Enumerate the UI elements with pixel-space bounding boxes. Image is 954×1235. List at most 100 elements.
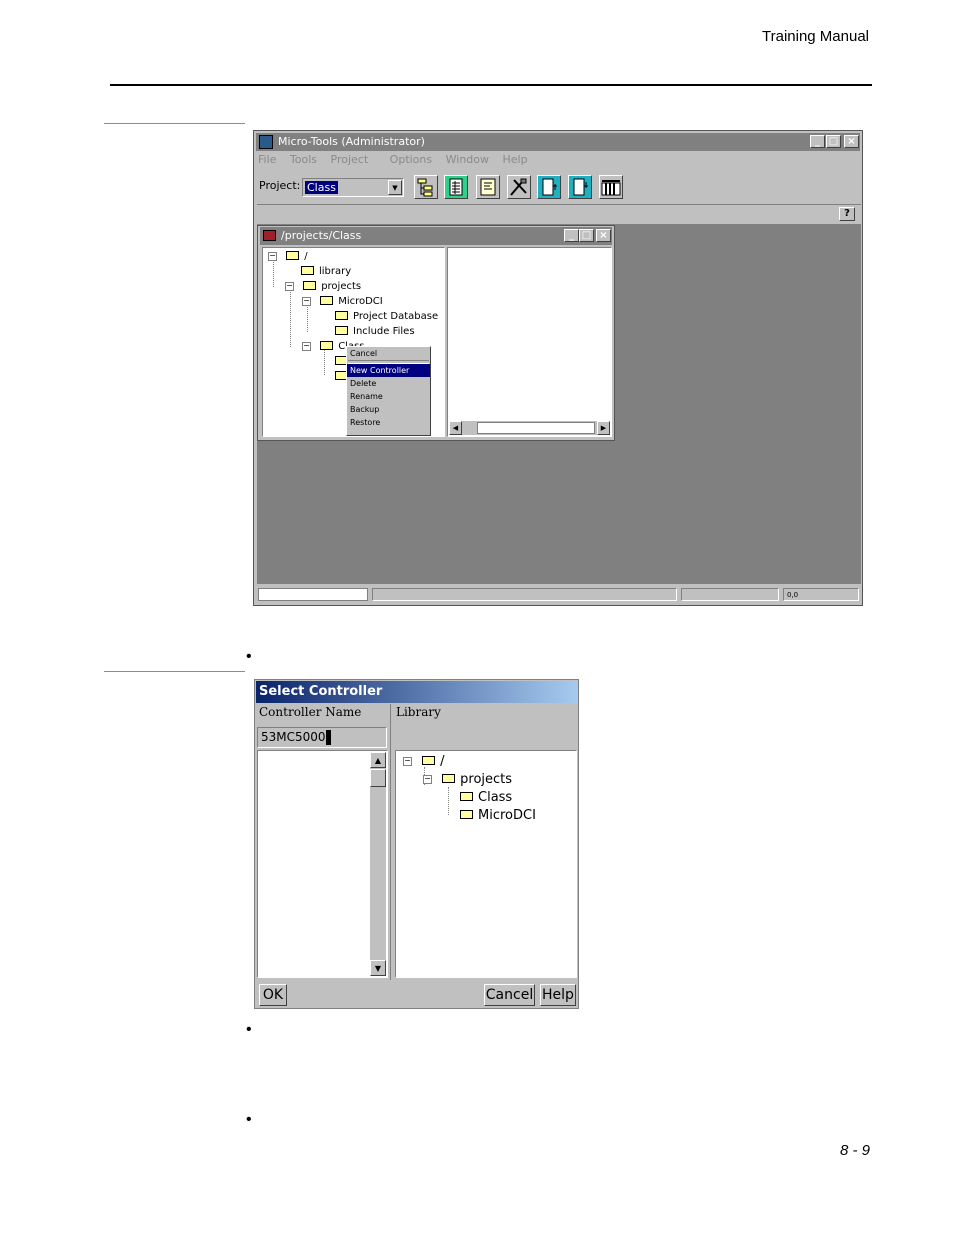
menu-item-rename[interactable]: Rename <box>347 390 430 403</box>
text-cursor <box>325 730 331 745</box>
project-label: Project: <box>259 179 301 192</box>
child-window-title: /projects/Class <box>281 229 362 242</box>
maximize-icon[interactable]: □ <box>826 135 841 148</box>
close-icon[interactable]: × <box>844 135 859 148</box>
tree-node-include-files[interactable]: Include Files <box>335 325 415 338</box>
tree-node-microdci[interactable]: − MicroDCI <box>302 295 383 308</box>
tree-icon[interactable] <box>414 175 438 199</box>
folder-icon <box>320 340 334 350</box>
folder-icon <box>320 295 334 305</box>
controller-name-input[interactable]: 53MC5000 <box>257 727 387 748</box>
collapse-icon[interactable]: − <box>302 296 311 306</box>
library-node-class[interactable]: Class <box>460 790 512 805</box>
download-icon[interactable] <box>537 175 561 199</box>
window-title: Micro-Tools (Administrator) <box>278 135 425 148</box>
tree-node-label: Project Database <box>353 311 439 322</box>
folder-icon <box>335 325 348 335</box>
chevron-down-icon[interactable]: ▼ <box>388 180 402 195</box>
horizontal-scrollbar[interactable]: ◀ ▶ <box>449 421 610 435</box>
app-icon <box>259 135 273 149</box>
column-divider <box>390 704 391 980</box>
menu-file[interactable]: File <box>258 153 276 166</box>
status-zoom: 0,0 <box>783 588 859 601</box>
menu-options[interactable]: Options <box>390 153 432 166</box>
toolbar-divider <box>257 204 861 205</box>
page-header-title: Training Manual <box>762 28 869 45</box>
context-menu: Cancel New Controller Delete Rename Back… <box>346 346 431 436</box>
menu-item-restore[interactable]: Restore <box>347 416 430 429</box>
controller-list[interactable]: ▲ ▼ <box>257 750 388 978</box>
folder-icon <box>335 310 348 320</box>
tree-node-project-database[interactable]: Project Database <box>335 310 439 323</box>
ok-button[interactable]: OK <box>259 984 287 1006</box>
collapse-icon[interactable]: − <box>302 341 311 351</box>
window-icon <box>263 230 276 241</box>
folder-icon <box>442 774 456 783</box>
collapse-icon[interactable]: − <box>423 775 432 784</box>
close-icon[interactable]: × <box>596 229 611 242</box>
tree-node-root[interactable]: − / <box>268 250 308 263</box>
scroll-down-icon[interactable]: ▼ <box>370 960 386 976</box>
status-field <box>258 588 368 601</box>
status-field <box>372 588 677 601</box>
page-number: 8 - 9 <box>839 1142 870 1159</box>
help-button[interactable]: Help <box>540 984 576 1006</box>
minimize-icon[interactable]: _ <box>564 229 579 242</box>
tree-node-label: / <box>440 754 445 769</box>
folder-icon <box>460 792 473 801</box>
scroll-thumb[interactable] <box>477 422 595 434</box>
toolbar: Project: Class ▼ <box>258 175 860 203</box>
minimize-icon[interactable]: _ <box>810 135 825 148</box>
menu-project[interactable]: Project <box>331 153 369 166</box>
tree-node-label: projects <box>321 281 362 292</box>
vertical-scrollbar[interactable]: ▲ ▼ <box>370 752 386 976</box>
controller-name-label: Controller Name <box>259 705 362 719</box>
detail-pane[interactable]: ◀ ▶ <box>447 247 612 437</box>
collapse-icon[interactable]: − <box>285 281 294 291</box>
library-node-projects[interactable]: − projects <box>423 772 512 787</box>
library-node-microdci[interactable]: MicroDCI <box>460 808 536 823</box>
menu-item-cancel[interactable]: Cancel <box>347 347 430 360</box>
folder-icon <box>301 265 314 275</box>
library-node-root[interactable]: − / <box>403 754 445 769</box>
tree-node-label: projects <box>460 772 513 787</box>
tree-node-library[interactable]: library <box>301 265 352 278</box>
blocks-icon[interactable] <box>599 175 623 199</box>
tree-connector <box>290 287 292 347</box>
menu-tools[interactable]: Tools <box>290 153 317 166</box>
menu-item-new-controller[interactable]: New Controller <box>347 364 430 377</box>
bullet: • <box>246 1111 252 1128</box>
tree-node-projects[interactable]: − projects <box>285 280 362 293</box>
tree-node-label: MicroDCI <box>338 296 383 307</box>
upload-icon[interactable] <box>568 175 592 199</box>
menu-help[interactable]: Help <box>503 153 528 166</box>
dialog-titlebar: Select Controller <box>256 681 577 703</box>
project-select[interactable]: Class ▼ <box>302 178 404 197</box>
bullet: • <box>246 648 252 665</box>
tools-icon[interactable] <box>507 175 531 199</box>
menu-item-delete[interactable]: Delete <box>347 377 430 390</box>
library-tree[interactable]: − / − projects Class MicroDCI <box>395 750 577 978</box>
cancel-button[interactable]: Cancel <box>484 984 535 1006</box>
collapse-icon[interactable]: − <box>268 251 277 261</box>
tree-node-label: Class <box>478 790 513 805</box>
tree-node-label: library <box>319 266 352 277</box>
bullet: • <box>246 1021 252 1038</box>
scroll-up-icon[interactable]: ▲ <box>370 752 386 768</box>
collapse-icon[interactable]: − <box>403 757 412 766</box>
scroll-thumb[interactable] <box>370 769 386 787</box>
scroll-right-icon[interactable]: ▶ <box>597 421 610 435</box>
tree-node-label: Include Files <box>353 326 415 337</box>
menu-bar: File Tools Project Options Window Help <box>258 153 538 169</box>
menu-window[interactable]: Window <box>446 153 489 166</box>
side-rule <box>104 671 245 672</box>
side-rule <box>104 123 245 124</box>
document-icon[interactable] <box>476 175 500 199</box>
grid-icon[interactable] <box>444 175 468 199</box>
scroll-left-icon[interactable]: ◀ <box>449 421 462 435</box>
tree-node-label: / <box>304 251 308 262</box>
help-button[interactable]: ? <box>839 207 855 221</box>
menu-item-backup[interactable]: Backup <box>347 403 430 416</box>
folder-icon <box>422 756 436 765</box>
maximize-icon[interactable]: □ <box>579 229 594 242</box>
